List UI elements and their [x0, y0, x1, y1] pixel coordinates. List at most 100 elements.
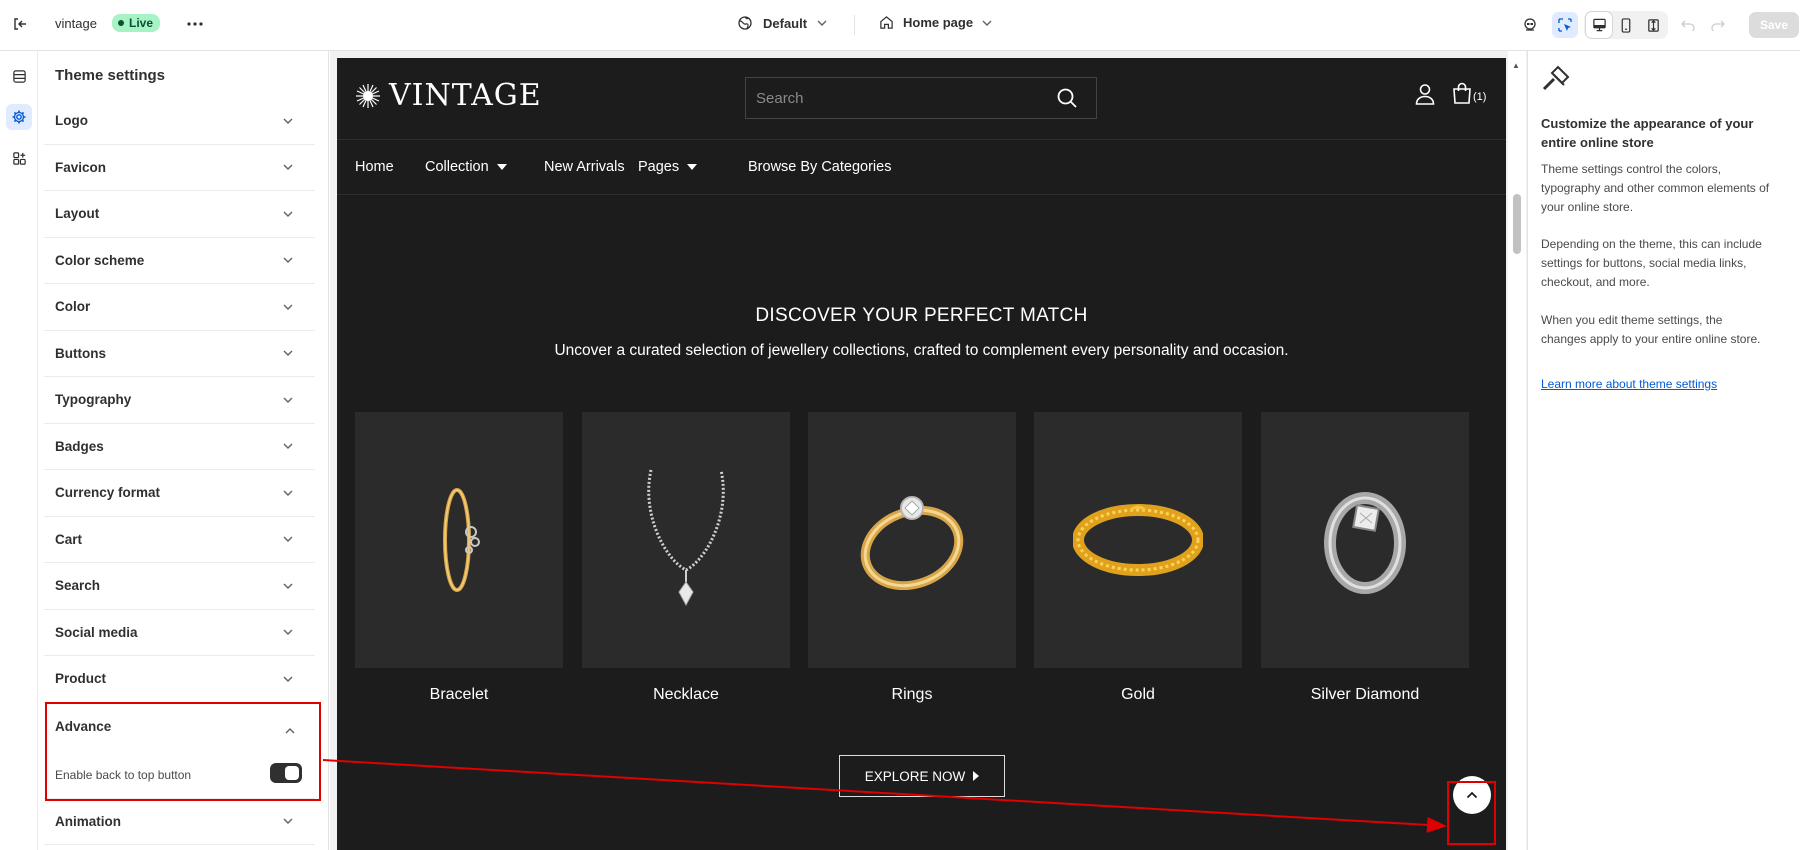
account-icon[interactable] [1415, 83, 1435, 110]
paint-roller-icon [1540, 63, 1572, 100]
preview-inspector-icon[interactable] [1517, 12, 1543, 38]
accordion-product[interactable]: Product [44, 656, 315, 703]
save-button[interactable]: Save [1749, 12, 1799, 38]
accordion-layout[interactable]: Layout [44, 191, 315, 238]
fullscreen-view-icon[interactable] [1640, 12, 1666, 38]
chevron-down-icon [283, 488, 293, 498]
cart-count: (1) [1473, 91, 1487, 103]
nav-item-label: Pages [638, 159, 680, 175]
divider [854, 15, 855, 35]
chevron-down-icon [283, 534, 293, 544]
accordion-label: Social media [55, 624, 138, 640]
accordion-label: Animation [55, 813, 121, 829]
category-label: Silver Diamond [1310, 686, 1420, 703]
nav-item-pages[interactable]: Pages [638, 159, 698, 175]
nav-item-collection[interactable]: Collection [425, 159, 507, 175]
learn-more-link[interactable]: Learn more about theme settings [1541, 377, 1717, 391]
hero-title: DISCOVER YOUR PERFECT MATCH [755, 305, 1088, 326]
help-paragraph: Depending on the theme, this can include… [1541, 237, 1762, 289]
nav-item-new-arrivals[interactable]: New Arrivals [544, 159, 625, 175]
chevron-down-icon [283, 674, 293, 684]
mobile-view-icon[interactable] [1613, 12, 1639, 38]
redo-icon[interactable] [1705, 12, 1731, 38]
chevron-down-icon [283, 255, 293, 265]
accordion-currency-format[interactable]: Currency format [44, 470, 315, 517]
accordion-typography[interactable]: Typography [44, 377, 315, 424]
accordion-color-scheme[interactable]: Color scheme [44, 238, 315, 284]
explore-now-button[interactable]: EXPLORE NOW [839, 755, 1005, 797]
top-bar: vintage Live Default Home page Save [0, 0, 1800, 51]
nav-item-home[interactable]: Home [355, 159, 394, 175]
accordion-search[interactable]: Search [44, 563, 315, 610]
scroll-up-arrow-icon[interactable]: ▲ [1512, 61, 1520, 70]
globe-icon [737, 15, 753, 31]
undo-icon[interactable] [1675, 12, 1701, 38]
category-card-bracelet[interactable]: Bracelet [355, 412, 563, 704]
desktop-view-icon[interactable] [1586, 12, 1612, 38]
store-preview: VINTAGE Search (1) Home Collection New Arr… [337, 58, 1506, 850]
category-label: Gold [1121, 686, 1155, 703]
nav-item-browse-by-categories[interactable]: Browse By Categories [748, 159, 891, 175]
hero-subtitle: Uncover a curated selection of jewellery… [554, 342, 1289, 359]
category-label: Rings [891, 686, 933, 703]
chevron-down-icon [283, 441, 293, 451]
accordion-buttons[interactable]: Buttons [44, 331, 315, 377]
chevron-down-icon [283, 395, 293, 405]
chevron-down-icon [283, 581, 293, 591]
accordion-label: Buttons [55, 345, 106, 361]
home-icon [879, 15, 894, 30]
accordion-label: Cart [55, 531, 83, 547]
annotation-highlight-back-to-top [1447, 781, 1496, 845]
select-element-icon[interactable] [1552, 12, 1578, 38]
preview-scrollbar[interactable]: ▲ [1508, 51, 1526, 850]
panel-title: Theme settings [55, 67, 166, 84]
page-selector[interactable]: Home page [879, 15, 992, 30]
necklace-image [582, 412, 790, 668]
page-selector-label: Home page [903, 15, 974, 30]
accordion-label: Favicon [55, 159, 107, 175]
help-title: Customize the appearance of your entire … [1541, 116, 1754, 150]
silver-ring-image [1261, 412, 1469, 668]
store-search-input[interactable]: Search [745, 77, 1097, 119]
category-label: Necklace [653, 686, 719, 703]
theme-selector[interactable]: Default [737, 15, 827, 31]
ring-image [808, 412, 1016, 668]
more-options-icon[interactable] [182, 11, 208, 37]
accordion-logo[interactable]: Logo [44, 98, 315, 145]
accordion-color[interactable]: Color [44, 284, 315, 331]
accordion-badges[interactable]: Badges [44, 424, 315, 470]
chevron-down-icon [817, 20, 827, 26]
scrollbar-thumb[interactable] [1513, 194, 1521, 254]
search-icon[interactable] [1056, 87, 1078, 114]
category-label: Bracelet [429, 686, 489, 703]
nav-item-label: New Arrivals [544, 159, 625, 175]
live-dot-icon [118, 20, 124, 26]
accordion-animation[interactable]: Animation [44, 799, 315, 845]
nav-item-label: Browse By Categories [748, 159, 892, 175]
chevron-down-icon [283, 302, 293, 312]
live-status-label: Live [129, 16, 154, 30]
accordion-social-media[interactable]: Social media [44, 610, 315, 656]
sections-icon[interactable] [6, 63, 32, 89]
chevron-down-icon [283, 116, 293, 126]
help-panel: Customize the appearance of your entire … [1527, 51, 1800, 850]
accordion-cart[interactable]: Cart [44, 517, 315, 563]
explore-now-label: EXPLORE NOW [864, 768, 966, 784]
store-logo[interactable]: VINTAGE [355, 78, 542, 113]
chevron-down-icon [283, 816, 293, 826]
theme-settings-gear-icon[interactable] [6, 104, 32, 130]
category-card-silver-diamond[interactable]: Silver Diamond [1261, 412, 1469, 704]
accordion-favicon[interactable]: Favicon [44, 145, 315, 191]
annotation-highlight-advance [45, 702, 321, 801]
help-paragraph: Theme settings control the colors, typog… [1541, 162, 1770, 214]
accordion-label: Typography [55, 392, 132, 408]
cart-button[interactable]: (1) [1452, 82, 1486, 104]
caret-right-icon [973, 771, 980, 781]
apps-icon[interactable] [6, 145, 32, 171]
category-card-necklace[interactable]: Necklace [582, 412, 790, 704]
store-header: VINTAGE Search (1) [337, 58, 1506, 140]
caret-down-icon [687, 164, 698, 170]
exit-icon[interactable] [7, 11, 33, 37]
category-card-rings[interactable]: Rings [808, 412, 1016, 704]
category-card-gold[interactable]: Gold [1034, 412, 1242, 704]
